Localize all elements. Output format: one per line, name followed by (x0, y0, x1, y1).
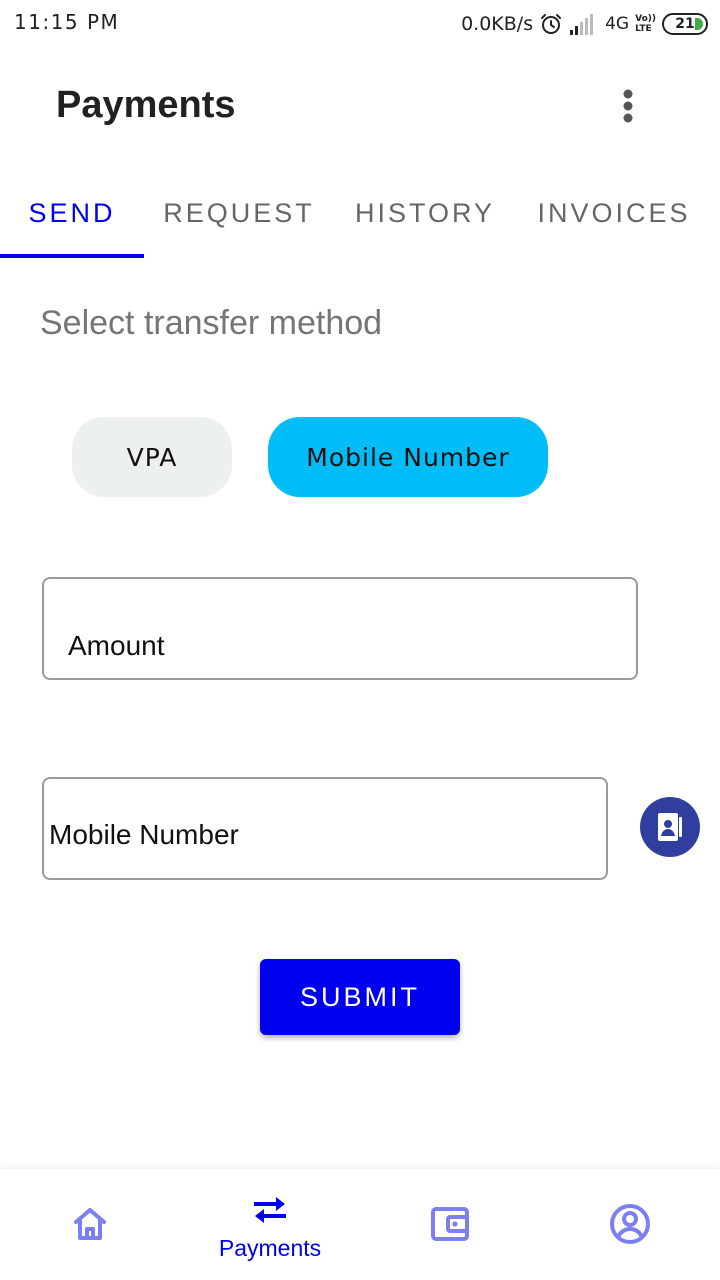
method-chip-mobile-number[interactable]: Mobile Number (268, 417, 548, 497)
wallet-icon (429, 1203, 471, 1245)
tab-send[interactable]: SEND (0, 168, 144, 258)
pick-contact-button[interactable] (640, 797, 700, 857)
amount-input[interactable] (44, 579, 636, 678)
nav-item-home[interactable] (0, 1169, 180, 1280)
method-chip-vpa[interactable]: VPA (72, 417, 232, 497)
nav-item-account[interactable] (540, 1169, 720, 1280)
transfer-method-label: Select transfer method (40, 304, 383, 342)
more-options-button[interactable] (608, 80, 648, 132)
active-tab-indicator (0, 254, 144, 258)
tab-history[interactable]: HISTORY (340, 168, 510, 258)
page-title: Payments (56, 84, 236, 126)
bottom-navigation: Payments (0, 1168, 720, 1280)
network-speed: 0.0KB/s (461, 13, 534, 35)
mobile-number-input[interactable] (44, 779, 606, 878)
contacts-icon (658, 813, 682, 841)
alarm-icon (541, 14, 562, 34)
nav-label-payments: Payments (218, 1235, 322, 1261)
home-icon (69, 1203, 111, 1245)
status-indicators: 0.0KB/s 4G Vo)) LTE 21 (461, 9, 708, 39)
tab-invoices[interactable]: INVOICES (520, 168, 708, 258)
network-type: 4G (605, 14, 630, 34)
volte-top: Vo)) (635, 14, 656, 24)
volte-indicator: Vo)) LTE (635, 14, 656, 34)
signal-icon (570, 14, 594, 35)
more-vert-icon (623, 89, 633, 123)
tab-request[interactable]: REQUEST (148, 168, 330, 258)
amount-field (42, 577, 638, 680)
status-bar: 11:15 PM 0.0KB/s 4G Vo)) LTE 21 (0, 0, 720, 48)
battery-icon: 21 (662, 13, 708, 35)
tab-bar: SEND REQUEST HISTORY INVOICES (0, 168, 720, 258)
battery-level: 21 (675, 16, 695, 32)
battery-fill (695, 18, 703, 30)
nav-item-wallet[interactable] (360, 1169, 540, 1280)
volte-bottom: LTE (635, 24, 652, 34)
nav-item-payments[interactable]: Payments (180, 1169, 360, 1280)
mobile-number-field (42, 777, 608, 880)
account-icon (609, 1203, 651, 1245)
status-time: 11:15 PM (14, 10, 120, 34)
swap-arrows-icon (249, 1189, 291, 1231)
submit-button[interactable]: SUBMIT (260, 959, 460, 1035)
